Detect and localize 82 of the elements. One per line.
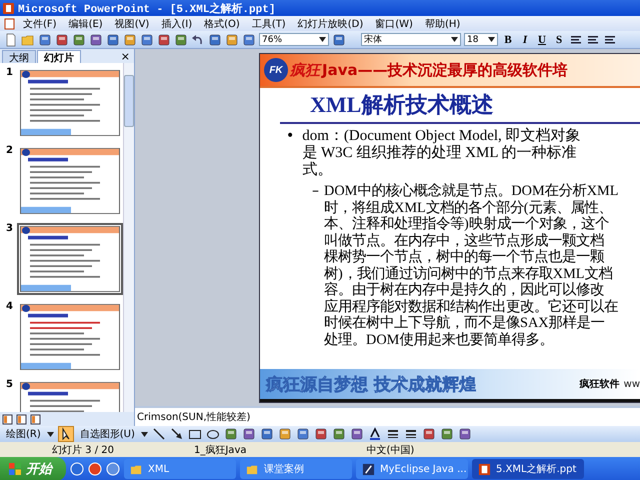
app-icon [362, 462, 375, 476]
sub-bullet-text: 本、注释和处理指令等)映射成一个对象，这个 [324, 216, 610, 232]
font-size-combo[interactable]: 18 [464, 33, 498, 46]
sub-bullet-text: 时，将组成XML文档的各个部分(元素、属性、 [324, 200, 614, 216]
slide-number: 5 [6, 379, 14, 390]
dropdown-arrow-icon[interactable] [319, 37, 326, 42]
sub-bullet-text: 处理。DOM使用起来也要简单得多。 [324, 332, 554, 348]
new-document-icon[interactable] [4, 32, 18, 46]
slide-thumbnail[interactable] [17, 301, 123, 373]
taskbar-button[interactable]: MyEclipse Java ... [356, 459, 468, 479]
slide-number: 2 [6, 145, 14, 156]
footer-url: ww [624, 378, 640, 390]
document-icon[interactable] [4, 18, 16, 30]
autoshapes-menu[interactable]: 自选图形(U) [78, 427, 137, 441]
line-style-icon[interactable] [386, 427, 400, 441]
logo-text: 疯狂 [290, 60, 320, 80]
arrow-icon[interactable] [170, 427, 184, 441]
bullet-icon: • [286, 128, 294, 179]
status-text: 幻灯片 3 / 20 [51, 444, 114, 456]
slide-thumbnail[interactable] [17, 145, 123, 217]
dropdown-arrow-icon[interactable] [451, 37, 458, 42]
powerpoint-icon [478, 462, 491, 476]
taskbar-button[interactable]: 5.XML之解析.ppt [472, 459, 584, 479]
sub-bullet-text: 树)，我们通过访问树中的节点来存取XML文档 [324, 266, 614, 282]
close-button[interactable]: × [120, 50, 130, 62]
window-title: Microsoft PowerPoint - [5.XML之解析.ppt] [18, 2, 276, 16]
format-button[interactable]: B [501, 34, 515, 46]
powerpoint-icon [3, 2, 14, 14]
status-text: 中文(中国) [366, 444, 414, 456]
dash-icon: – [312, 183, 319, 348]
bullet-text: 式。 [302, 162, 334, 179]
rectangle-icon[interactable] [188, 427, 202, 441]
menu-item[interactable]: 帮助(H) [420, 16, 466, 30]
taskbar-button[interactable]: 课堂案例 [240, 459, 352, 479]
menu-item[interactable]: 窗口(W) [370, 16, 418, 30]
menu-item[interactable]: 格式(O) [199, 16, 245, 30]
menu-item[interactable]: 编辑(E) [64, 16, 108, 30]
zoom-combo[interactable]: 76% [259, 33, 329, 46]
sub-bullet-text: 容。由于树在内存中是持久的，因此可以修改 [324, 282, 605, 298]
menu-item[interactable]: 视图(V) [110, 16, 154, 30]
menu-item[interactable]: 文件(F) [18, 16, 62, 30]
sub-bullet-text: 棵树势一个节点，树中的每一个节点也是一颗 [324, 249, 605, 266]
format-button[interactable]: S [552, 34, 566, 46]
slide-number: 3 [6, 223, 14, 234]
windows-logo-icon [8, 462, 22, 476]
panel-tab[interactable]: 幻灯片 [37, 50, 81, 63]
sub-bullet-text: 叫做节点。在内存中，这些节点形成一颗文档 [324, 232, 605, 249]
font-color-icon[interactable] [368, 427, 382, 441]
format-button[interactable]: I [518, 34, 532, 46]
pointer-icon[interactable] [58, 426, 74, 442]
menu-item[interactable]: 幻灯片放映(D) [292, 16, 368, 30]
dropdown-arrow-icon[interactable] [46, 432, 54, 436]
banner-text: Java——技术沉淀最厚的高级软件培 [322, 60, 568, 80]
panel-tab[interactable]: 大纲 [2, 50, 36, 63]
dropdown-arrow-icon[interactable] [140, 432, 148, 436]
menu-item[interactable]: 工具(T) [246, 16, 291, 30]
footer-brand: 疯狂软件 [580, 378, 620, 391]
sub-bullet-text: 应用程序能对数据和结构作出更改。它还可以在 [324, 298, 618, 315]
oval-icon[interactable] [206, 427, 220, 441]
line-icon[interactable] [152, 427, 166, 441]
scrollbar-thumb[interactable] [124, 75, 134, 127]
dash-style-icon[interactable] [404, 427, 418, 441]
undo-icon[interactable] [191, 32, 205, 46]
slide-number: 1 [6, 67, 14, 78]
format-button[interactable]: U [535, 34, 549, 46]
draw-menu[interactable]: 绘图(R) [4, 427, 43, 441]
font-combo[interactable]: 宋体 [361, 33, 461, 46]
menu-item[interactable]: 插入(I) [156, 16, 198, 30]
bullet-text: dom：(Document Object Model, 即文档对象 [302, 128, 581, 144]
slide-number: 4 [6, 301, 14, 312]
taskbar-button[interactable]: XML [124, 459, 236, 479]
normal-view-icon[interactable] [2, 414, 13, 424]
notes-text[interactable]: Crimson(SUN,性能较差) [137, 410, 250, 424]
slide-thumbnail[interactable] [17, 223, 123, 295]
dropdown-arrow-icon[interactable] [488, 37, 495, 42]
sub-bullet-text: DOM中的核心概念就是节点。DOM在分析XML [324, 183, 618, 200]
slide-thumbnail[interactable] [17, 67, 123, 139]
bullet-text: 是 W3C 组织推荐的处理 XML 的一种标准 [302, 145, 578, 162]
sub-bullet-text: 时候在树中上下导航，而不是像SAX那样是一 [324, 315, 606, 332]
slide-title: XML解析技术概述 [280, 88, 640, 124]
logo-badge: FK [264, 58, 288, 82]
status-text: 1_疯狂Java [193, 444, 246, 456]
